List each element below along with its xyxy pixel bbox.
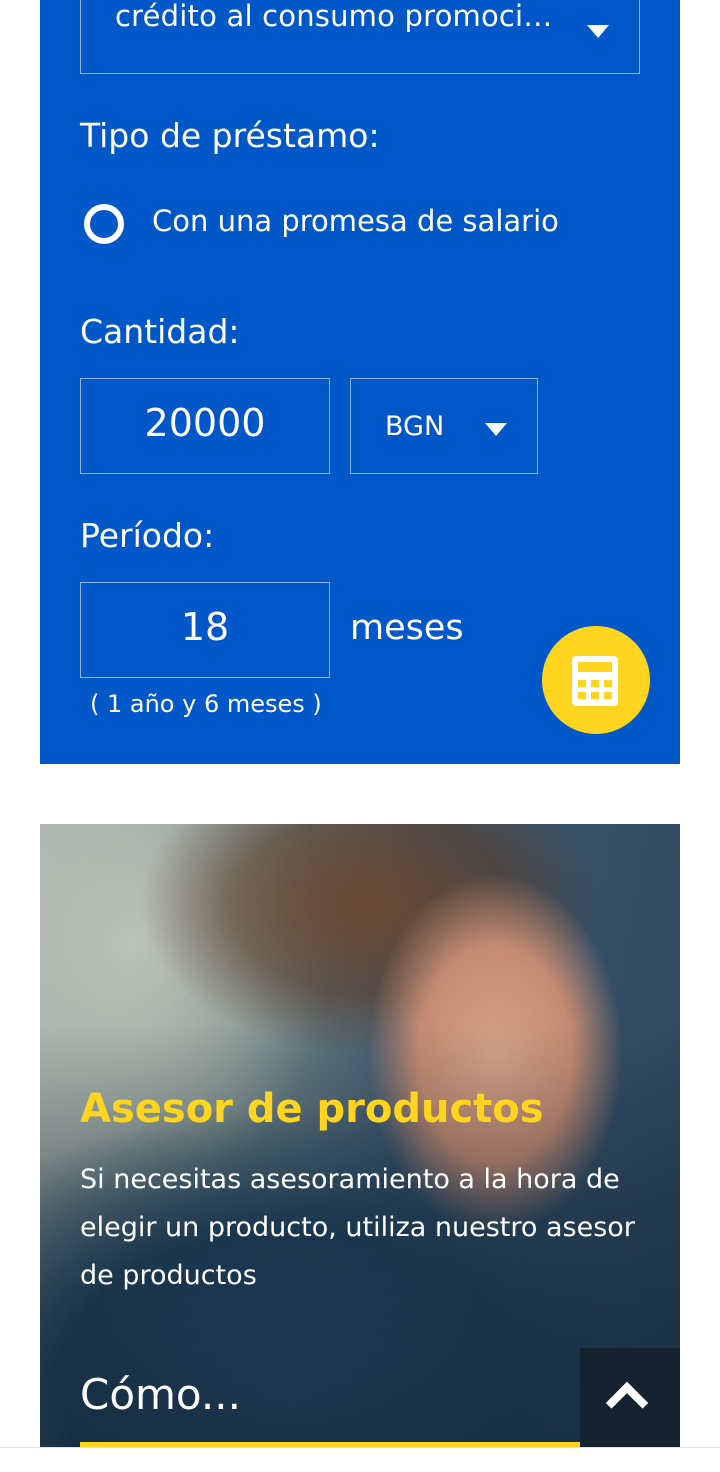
promo-link[interactable]: Cómo... [80, 1370, 241, 1419]
period-label: Período: [80, 516, 215, 555]
product-select[interactable]: crédito al consumo promoci… [80, 0, 640, 74]
amount-input[interactable]: 20000 [80, 378, 330, 474]
amount-label: Cantidad: [80, 312, 240, 351]
chevron-up-icon [605, 1381, 649, 1425]
calculate-button[interactable] [542, 626, 650, 734]
loan-calculator-panel: crédito al consumo promoci… Tipo de prés… [40, 0, 680, 764]
product-select-value: crédito al consumo promoci… [115, 0, 553, 33]
promo-description: Si necesitas asesoramiento a la hora de … [80, 1164, 635, 1291]
amount-value: 20000 [144, 401, 266, 445]
bottom-divider [0, 1447, 720, 1448]
currency-value: BGN [385, 411, 445, 442]
period-unit: meses [350, 608, 464, 648]
promo-title: Asesor de productos [80, 1086, 544, 1132]
currency-select[interactable]: BGN [350, 378, 538, 474]
dropdown-arrow-icon [485, 423, 507, 436]
calculator-icon [572, 656, 618, 706]
loan-type-radio[interactable] [84, 204, 124, 244]
scroll-to-top-button[interactable] [580, 1348, 680, 1448]
dropdown-arrow-icon [587, 25, 609, 38]
loan-type-option-label[interactable]: Con una promesa de salario [152, 204, 559, 238]
period-note: ( 1 año y 6 meses ) [90, 690, 322, 718]
period-input[interactable]: 18 [80, 582, 330, 678]
loan-type-label: Tipo de préstamo: [80, 116, 380, 155]
period-value: 18 [180, 605, 230, 649]
